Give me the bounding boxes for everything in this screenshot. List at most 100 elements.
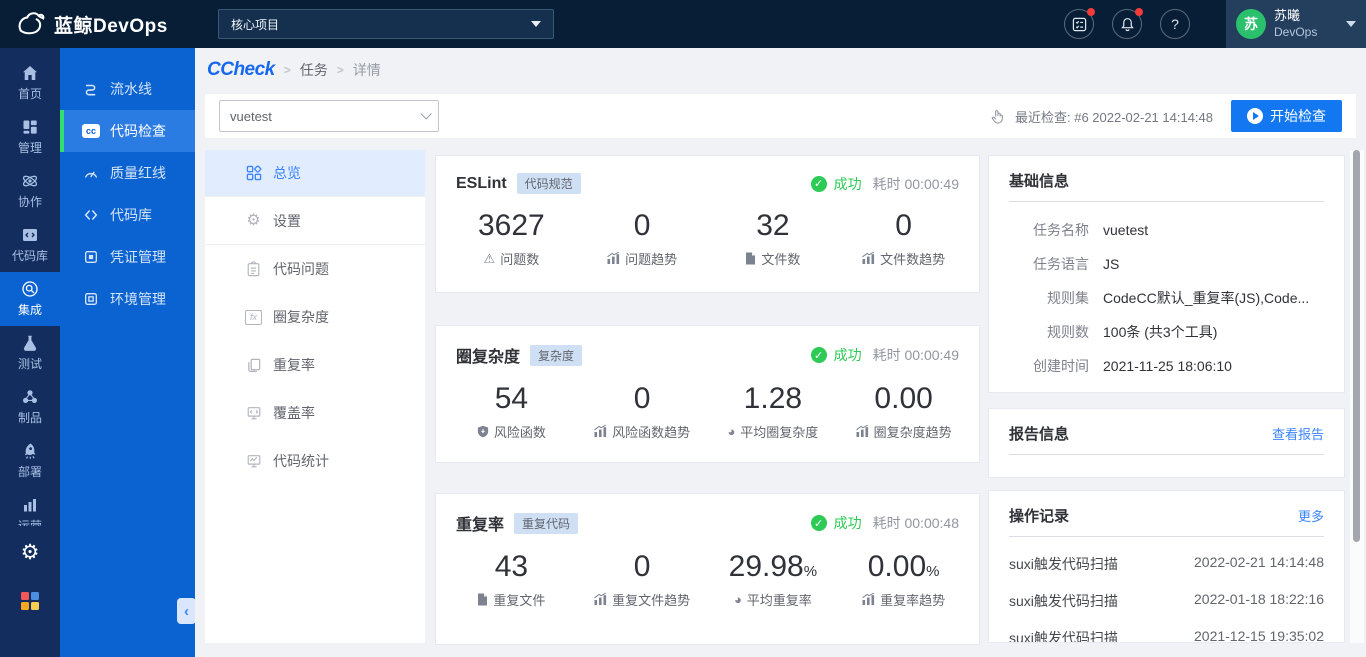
stat-files: 32 文件数 bbox=[708, 209, 839, 268]
todo-list-button[interactable] bbox=[1064, 8, 1095, 39]
sidebar-item-artifact[interactable]: 制品 bbox=[0, 380, 60, 434]
collaborate-icon bbox=[21, 172, 39, 190]
tab-label: 圈复杂度 bbox=[273, 309, 329, 325]
sidebar-item-label: 集成 bbox=[17, 303, 42, 317]
sidebar-collapse-button[interactable]: ‹ bbox=[177, 598, 196, 624]
card-status: ✓ 成功 耗时 00:00:49 bbox=[810, 174, 959, 194]
breadcrumb-separator: > bbox=[283, 63, 291, 77]
play-icon bbox=[1247, 108, 1263, 124]
view-report-link[interactable]: 查看报告 bbox=[1272, 424, 1324, 443]
stat-risk-functions: 54 风险函数 bbox=[446, 382, 577, 441]
tab-settings[interactable]: ⚙ 设置 bbox=[205, 197, 425, 245]
menu-item-quality-gate[interactable]: 质量红线 bbox=[60, 152, 195, 194]
sidebar-item-home[interactable]: 首页 bbox=[0, 56, 60, 110]
menu-item-environment[interactable]: 环境管理 bbox=[60, 278, 195, 320]
sidebar-item-repo[interactable]: 代码库 bbox=[0, 218, 60, 272]
stat-avg-complexity: 1.28 ◕ 平均圈复杂度 bbox=[708, 382, 839, 441]
scrollbar-thumb[interactable] bbox=[1353, 150, 1360, 542]
sidebar-item-label: 制品 bbox=[17, 411, 42, 425]
apps-grid-icon bbox=[21, 592, 29, 600]
status-text: 成功 bbox=[833, 175, 862, 192]
stat-label: 文件数 bbox=[761, 251, 801, 267]
notifications-button[interactable] bbox=[1112, 8, 1143, 39]
menu-item-pipeline[interactable]: 流水线 bbox=[60, 68, 195, 110]
topbar: 蓝鲸DevOps 核心项目 ? 苏 苏曦 DevOps bbox=[0, 0, 1366, 48]
tab-code-statistics[interactable]: 代码统计 bbox=[205, 437, 425, 485]
trend-icon bbox=[594, 593, 607, 605]
apps-grid-button[interactable] bbox=[21, 592, 39, 610]
menu-item-label: 环境管理 bbox=[110, 291, 166, 307]
sidebar-item-test[interactable]: 测试 bbox=[0, 326, 60, 380]
help-button[interactable]: ? bbox=[1160, 9, 1190, 39]
stat-value: 0 bbox=[633, 382, 651, 415]
stat-value: 29.98% bbox=[728, 550, 818, 583]
test-flask-icon bbox=[21, 334, 39, 352]
menu-item-credentials[interactable]: 凭证管理 bbox=[60, 236, 195, 278]
tab-cyclomatic-complexity[interactable]: fx 圈复杂度 bbox=[205, 293, 425, 341]
fx-icon: fx bbox=[245, 309, 262, 325]
file-icon bbox=[477, 593, 488, 606]
apps-grid-icon bbox=[21, 602, 29, 610]
breadcrumb-tasks[interactable]: 任务 bbox=[300, 60, 328, 80]
tab-code-issues[interactable]: 代码问题 bbox=[205, 245, 425, 293]
toolbar-right: 最近检查: #6 2022-02-21 14:14:48 开始检查 bbox=[990, 100, 1342, 132]
sidebar-item-integrate[interactable]: 集成 bbox=[0, 272, 60, 326]
environment-icon bbox=[82, 291, 100, 307]
percent-suffix: % bbox=[926, 563, 940, 580]
deploy-rocket-icon bbox=[21, 442, 39, 460]
tool-card-complexity: 圈复杂度 复杂度 ✓ 成功 耗时 00:00:49 54 风险函数 0 风险函数… bbox=[435, 325, 980, 463]
project-select[interactable]: 核心项目 bbox=[218, 9, 554, 39]
tab-label: 设置 bbox=[273, 212, 301, 229]
stat-value: 54 bbox=[494, 382, 529, 415]
breadcrumb-separator: > bbox=[336, 63, 344, 77]
tab-overview[interactable]: 总览 bbox=[205, 150, 425, 197]
card-stats: 54 风险函数 0 风险函数趋势 1.28 ◕ 平均圈复杂度 0.00 圈复杂度趋… bbox=[436, 382, 979, 441]
info-row-task-name: 任务名称 vuetest bbox=[1033, 222, 1149, 238]
user-menu[interactable]: 苏 苏曦 DevOps bbox=[1226, 0, 1366, 48]
code-repo-icon bbox=[21, 226, 39, 244]
card-tag: 代码规范 bbox=[516, 173, 581, 194]
user-name: 苏曦 bbox=[1274, 8, 1301, 24]
start-check-button[interactable]: 开始检查 bbox=[1231, 100, 1342, 132]
percent-suffix: % bbox=[803, 563, 818, 580]
stat-risk-trend: 0 风险函数趋势 bbox=[577, 382, 708, 441]
stat-label: 文件数趋势 bbox=[880, 251, 946, 267]
stat-value: 1.28 bbox=[743, 382, 803, 415]
more-link[interactable]: 更多 bbox=[1298, 506, 1324, 525]
ccheck-logo: CCheck bbox=[207, 59, 275, 80]
status-text: 成功 bbox=[833, 347, 862, 363]
whale-logo-icon bbox=[16, 9, 46, 39]
quality-gate-icon bbox=[82, 165, 100, 181]
sidebar-item-deploy[interactable]: 部署 bbox=[0, 434, 60, 488]
bk-logo: 蓝鲸DevOps bbox=[16, 0, 168, 48]
sidebar-item-label: 管理 bbox=[17, 141, 42, 155]
menu-item-codecheck[interactable]: cc 代码检查 bbox=[60, 110, 195, 152]
trend-icon bbox=[855, 425, 869, 437]
tab-duplication-rate[interactable]: 重复率 bbox=[205, 341, 425, 389]
info-row-rule-count: 规则数 100条 (共3个工具) bbox=[1047, 324, 1218, 340]
user-texts: 苏曦 DevOps bbox=[1274, 8, 1317, 39]
task-select[interactable]: vuetest bbox=[219, 100, 439, 132]
last-check-text: 最近检查: #6 2022-02-21 14:14:48 bbox=[1014, 109, 1213, 125]
duration-text: 耗时 00:00:49 bbox=[872, 347, 959, 363]
pipeline-icon bbox=[82, 81, 100, 97]
stat-issues: 3627 ⚠ 问题数 bbox=[446, 209, 577, 268]
sidebar-item-manage[interactable]: 管理 bbox=[0, 110, 60, 164]
info-row-created-time: 创建时间 2021-11-25 18:06:10 bbox=[1033, 358, 1232, 374]
avatar: 苏 bbox=[1236, 9, 1266, 39]
info-row-ruleset: 规则集 CodeCC默认_重复率(JS),Code... bbox=[1047, 290, 1310, 306]
menu-item-repo[interactable]: 代码库 bbox=[60, 194, 195, 236]
gear-icon: ⚙ bbox=[246, 211, 261, 229]
tab-coverage[interactable]: 覆盖率 bbox=[205, 389, 425, 437]
sidebar-item-ops[interactable]: 运营 bbox=[0, 488, 60, 526]
stat-label: 风险函数趋势 bbox=[612, 424, 691, 440]
sidebar-item-label: 运营 bbox=[17, 519, 42, 526]
sidebar-item-collaborate[interactable]: 协作 bbox=[0, 164, 60, 218]
sidebar-item-label: 部署 bbox=[17, 465, 42, 479]
card-title: 圈复杂度 bbox=[456, 349, 521, 366]
stat-value: 0 bbox=[633, 209, 651, 242]
stat-label: 风险函数 bbox=[493, 424, 546, 440]
settings-button[interactable]: ⚙ bbox=[0, 542, 60, 563]
card-title: ESLint bbox=[456, 174, 507, 192]
stat-dup-files: 43 重复文件 bbox=[446, 550, 577, 609]
